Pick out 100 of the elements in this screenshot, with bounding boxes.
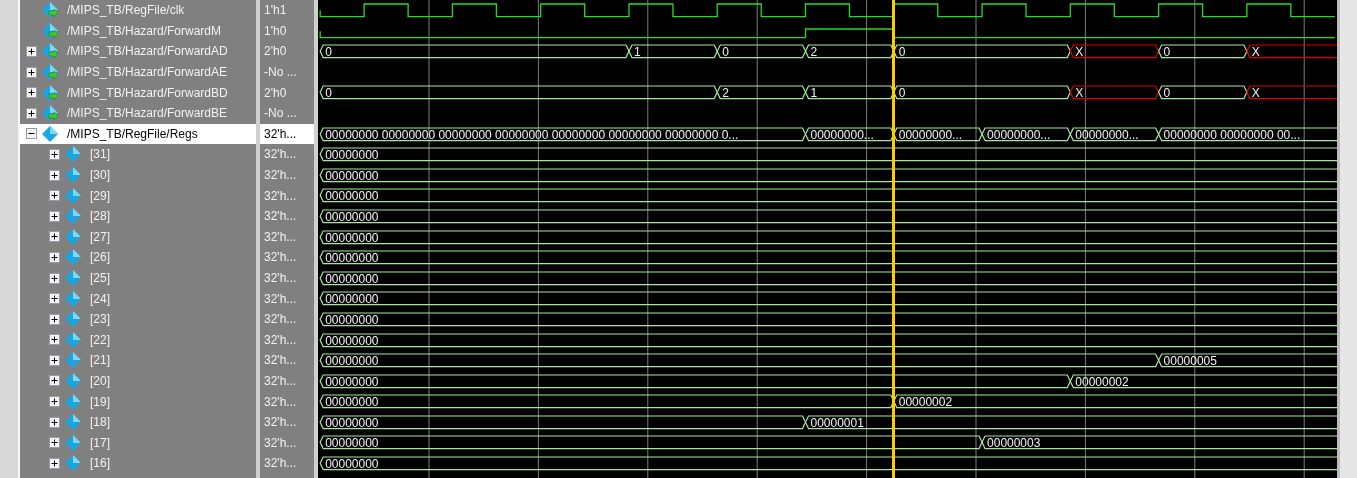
expand-icon[interactable] <box>49 437 60 449</box>
bus-segment: 00000005 <box>1157 353 1337 368</box>
bus-segment: X <box>1246 85 1337 101</box>
signal-row[interactable]: /MIPS_TB/Hazard/ForwardAD <box>20 41 256 62</box>
signal-name: /MIPS_TB/RegFile/clk <box>67 3 185 18</box>
signal-row[interactable]: [22] <box>20 329 256 351</box>
signal-row[interactable]: /MIPS_TB/RegFile/clk <box>20 0 256 21</box>
expand-icon[interactable] <box>49 396 60 408</box>
signal-value: 32'h... <box>264 147 297 162</box>
expand-icon[interactable] <box>49 169 60 181</box>
signal-value: 32'h... <box>264 209 297 224</box>
bus-segment: 00000000... <box>981 126 1071 142</box>
bus-segment: 1 <box>804 85 895 101</box>
bus-segment: 00000000 <box>319 229 1337 245</box>
bus-segment: 00000000 <box>319 291 1337 307</box>
expand-icon[interactable] <box>26 87 37 99</box>
signal-value: 32'h... <box>264 229 297 244</box>
signal-row[interactable]: [20] <box>20 370 256 392</box>
signal-row[interactable]: /MIPS_TB/Hazard/ForwardAE <box>20 61 256 83</box>
signal-row[interactable]: [19] <box>20 391 256 412</box>
signal-name: [29] <box>90 188 110 203</box>
expand-icon[interactable] <box>49 334 60 346</box>
signal-name: /MIPS_TB/RegFile/Regs <box>67 126 198 141</box>
signal-name: [23] <box>90 312 110 327</box>
expand-icon[interactable] <box>26 46 37 57</box>
signal-name: [28] <box>90 209 110 224</box>
signal-value: 32'h... <box>264 353 297 368</box>
signal-row[interactable]: [30] <box>20 164 256 186</box>
bus-segment: 0 <box>319 85 718 101</box>
signal-value: 32'h... <box>264 250 297 265</box>
expand-icon[interactable] <box>49 190 60 202</box>
expand-icon[interactable] <box>49 457 60 469</box>
signal-row[interactable]: [23] <box>20 308 256 330</box>
signal-row[interactable]: [28] <box>20 205 256 227</box>
signal-row[interactable]: [24] <box>20 288 256 309</box>
expand-icon[interactable] <box>49 375 60 387</box>
bus-segment: 0 <box>1157 44 1248 59</box>
signal-row[interactable]: [18] <box>20 411 256 433</box>
collapse-icon[interactable] <box>26 128 37 140</box>
signal-row[interactable]: [25] <box>20 267 256 289</box>
signal-name: [24] <box>90 291 110 306</box>
expand-icon[interactable] <box>49 272 60 284</box>
bus-segment: 00000000 00000000 00... <box>1157 126 1337 142</box>
scrollbar[interactable] <box>1337 0 1357 478</box>
bus-segment: 00000000 <box>319 250 1337 265</box>
bus-segment: 00000000 <box>319 415 807 430</box>
bus-segment: 0 <box>1157 85 1248 101</box>
signal-name: [16] <box>90 456 110 471</box>
signal-value: 32'h... <box>264 374 297 388</box>
expand-icon[interactable] <box>49 210 60 222</box>
signal-value: 32'h... <box>264 168 297 183</box>
bus-segment: 0 <box>893 85 1071 101</box>
bus-segment: 00000002 <box>1069 374 1337 389</box>
signal-value: 32'h... <box>264 312 297 327</box>
bus-segment: 00000003 <box>981 435 1337 451</box>
expand-icon[interactable] <box>49 251 60 263</box>
signal-value: 1'h0 <box>264 23 287 38</box>
signal-value: 1'h1 <box>264 3 287 18</box>
expand-icon[interactable] <box>49 354 60 366</box>
signal-row[interactable]: [29] <box>20 185 256 206</box>
signal-row[interactable]: [17] <box>20 432 256 454</box>
signal-row[interactable]: [21] <box>20 350 256 371</box>
expand-icon[interactable] <box>26 66 37 78</box>
bus-segment: 00000000 <box>319 394 895 410</box>
expand-icon[interactable] <box>49 148 60 160</box>
signal-row[interactable]: /MIPS_TB/Hazard/ForwardM <box>20 20 256 42</box>
bus-segment: 00000000... <box>893 126 983 142</box>
signal-name: /MIPS_TB/Hazard/ForwardAE <box>67 65 228 80</box>
bus-segment: 0 <box>716 44 807 59</box>
signal-row[interactable]: /MIPS_TB/Hazard/ForwardBD <box>20 82 256 103</box>
signal-value: -No ... <box>264 65 297 80</box>
signal-name: [21] <box>90 353 110 368</box>
bus-segment: 00000000... <box>1069 126 1160 142</box>
signal-value: 32'h... <box>264 332 297 347</box>
signal-row[interactable]: /MIPS_TB/RegFile/Regs <box>20 123 256 145</box>
bus-segment: 00000000 <box>319 456 1337 471</box>
expand-icon[interactable] <box>26 107 37 119</box>
signal-row[interactable]: [31] <box>20 144 256 165</box>
signal-row[interactable]: [27] <box>20 226 256 248</box>
signal-name: [19] <box>90 394 110 409</box>
bus-segment: 00000000... <box>804 126 895 142</box>
signal-value: 32'h... <box>264 456 297 471</box>
signal-value: 32'h... <box>264 291 297 306</box>
expand-icon[interactable] <box>49 293 60 305</box>
signal-name: [31] <box>90 147 110 162</box>
signal-row[interactable]: [26] <box>20 247 256 268</box>
expand-icon[interactable] <box>49 231 60 243</box>
bus-segment: 00000000 <box>319 435 983 451</box>
signal-name: [17] <box>90 435 110 450</box>
expand-icon[interactable] <box>49 313 60 325</box>
signal-row[interactable]: [16] <box>20 453 256 474</box>
signal-name: /MIPS_TB/Hazard/ForwardBD <box>67 85 228 100</box>
bus-segment: 2 <box>716 85 807 101</box>
bus-segment: 00000000 <box>319 312 1337 327</box>
signal-row[interactable]: /MIPS_TB/Hazard/ForwardBE <box>20 102 256 124</box>
signal-name: [22] <box>90 332 110 347</box>
bus-segment: 00000002 <box>893 394 1337 410</box>
signal-name: /MIPS_TB/Hazard/ForwardBE <box>67 106 228 121</box>
expand-icon[interactable] <box>49 416 60 428</box>
bus-segment: 00000000 <box>319 374 1071 389</box>
